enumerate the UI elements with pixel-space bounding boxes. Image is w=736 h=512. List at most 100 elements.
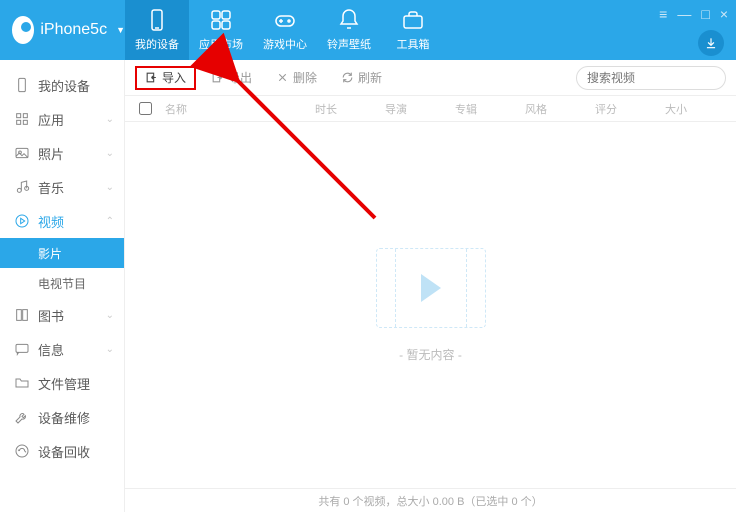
delete-button[interactable]: 删除 (267, 66, 326, 90)
menu-button[interactable]: ≡ (659, 6, 667, 22)
sidebar-item-label: 设备维修 (38, 408, 90, 427)
empty-text: - 暂无内容 - (399, 346, 462, 363)
col-rating[interactable]: 评分 (585, 101, 655, 117)
sidebar-item-file-manager[interactable]: 文件管理 (0, 366, 124, 400)
checkbox[interactable] (139, 102, 152, 115)
sidebar-sub-movies[interactable]: 影片 (0, 238, 124, 268)
sidebar-item-books[interactable]: 图书 ⌄ (0, 298, 124, 332)
col-duration[interactable]: 时长 (305, 101, 375, 117)
photo-icon (14, 145, 30, 161)
book-icon (14, 307, 30, 323)
col-album[interactable]: 专辑 (445, 101, 515, 117)
delete-icon (276, 71, 289, 84)
phone-icon (14, 77, 30, 93)
sidebar-item-label: 照片 (38, 144, 64, 163)
chevron-down-icon: ▼ (116, 25, 125, 35)
import-icon (145, 71, 158, 84)
device-selector[interactable]: iPhone5c ▼ (0, 0, 125, 60)
wrench-icon (14, 409, 30, 425)
main-panel: 导入 导出 删除 刷新 名称 时长 导演 专辑 (125, 60, 736, 512)
sidebar: 我的设备 应用 ⌄ 照片 ⌄ 音乐 ⌄ 视频 ⌃ 影片 电视节目 图书 (0, 60, 125, 512)
tab-label: 铃声壁纸 (327, 36, 371, 52)
toolbar: 导入 导出 删除 刷新 (125, 60, 736, 96)
window-controls: ≡ — □ × (659, 6, 728, 22)
folder-icon (14, 375, 30, 391)
button-label: 刷新 (358, 69, 382, 86)
chevron-down-icon: ⌄ (106, 114, 114, 125)
status-text: 共有 0 个视频，总大小 0.00 B（已选中 0 个） (318, 493, 542, 509)
app-logo-icon (12, 16, 34, 44)
search-input[interactable] (587, 71, 736, 85)
tab-ringtone-wallpaper[interactable]: 铃声壁纸 (317, 0, 381, 60)
sub-item-label: 影片 (38, 245, 62, 262)
sidebar-item-label: 信息 (38, 340, 64, 359)
toolbox-icon (401, 8, 425, 32)
sidebar-item-device-recycle[interactable]: 设备回收 (0, 434, 124, 468)
empty-state: - 暂无内容 - (125, 122, 736, 488)
col-style[interactable]: 风格 (515, 101, 585, 117)
phone-icon (145, 8, 169, 32)
chevron-down-icon: ⌄ (106, 344, 114, 355)
bell-icon (337, 8, 361, 32)
gamepad-icon (273, 8, 297, 32)
sidebar-item-label: 音乐 (38, 178, 64, 197)
tab-game-center[interactable]: 游戏中心 (253, 0, 317, 60)
tab-label: 应用市场 (199, 36, 243, 52)
header-tabs: 我的设备 应用市场 游戏中心 铃声壁纸 工具箱 (125, 0, 445, 60)
tab-my-device[interactable]: 我的设备 (125, 0, 189, 60)
col-size[interactable]: 大小 (655, 101, 715, 117)
col-name[interactable]: 名称 (155, 101, 305, 117)
apps-icon (14, 111, 30, 127)
sub-item-label: 电视节目 (38, 275, 86, 292)
col-director[interactable]: 导演 (375, 101, 445, 117)
tab-label: 工具箱 (397, 36, 430, 52)
sidebar-item-label: 我的设备 (38, 76, 90, 95)
status-bar: 共有 0 个视频，总大小 0.00 B（已选中 0 个） (125, 488, 736, 512)
sidebar-item-label: 图书 (38, 306, 64, 325)
video-icon (14, 213, 30, 229)
sidebar-item-music[interactable]: 音乐 ⌄ (0, 170, 124, 204)
download-icon (704, 36, 718, 50)
search-box[interactable] (576, 66, 726, 90)
export-button[interactable]: 导出 (202, 66, 261, 90)
minimize-button[interactable]: — (677, 6, 691, 22)
play-icon (421, 274, 441, 302)
app-header: iPhone5c ▼ 我的设备 应用市场 游戏中心 铃声壁纸 工具箱 ≡ — □… (0, 0, 736, 60)
button-label: 删除 (293, 69, 317, 86)
music-icon (14, 179, 30, 195)
maximize-button[interactable]: □ (701, 6, 709, 22)
video-subitems: 影片 电视节目 (0, 238, 124, 298)
empty-video-icon (376, 248, 486, 328)
sidebar-item-my-device[interactable]: 我的设备 (0, 68, 124, 102)
sidebar-item-video[interactable]: 视频 ⌃ (0, 204, 124, 238)
refresh-icon (341, 71, 354, 84)
tab-label: 我的设备 (135, 36, 179, 52)
sidebar-item-device-repair[interactable]: 设备维修 (0, 400, 124, 434)
apps-icon (209, 8, 233, 32)
table-header: 名称 时长 导演 专辑 风格 评分 大小 (125, 96, 736, 122)
message-icon (14, 341, 30, 357)
sidebar-item-label: 视频 (38, 212, 64, 231)
close-button[interactable]: × (720, 6, 728, 22)
sidebar-item-label: 应用 (38, 110, 64, 129)
button-label: 导入 (162, 69, 186, 86)
chevron-up-icon: ⌃ (106, 216, 114, 227)
export-icon (211, 71, 224, 84)
refresh-button[interactable]: 刷新 (332, 66, 391, 90)
sidebar-item-label: 设备回收 (38, 442, 90, 461)
tab-label: 游戏中心 (263, 36, 307, 52)
sidebar-sub-tv[interactable]: 电视节目 (0, 268, 124, 298)
sidebar-item-label: 文件管理 (38, 374, 90, 393)
chevron-down-icon: ⌄ (106, 182, 114, 193)
sidebar-item-messages[interactable]: 信息 ⌄ (0, 332, 124, 366)
chevron-down-icon: ⌄ (106, 310, 114, 321)
import-button[interactable]: 导入 (135, 66, 196, 90)
tab-toolbox[interactable]: 工具箱 (381, 0, 445, 60)
sidebar-item-photos[interactable]: 照片 ⌄ (0, 136, 124, 170)
device-name: iPhone5c (40, 21, 107, 39)
download-button[interactable] (698, 30, 724, 56)
chevron-down-icon: ⌄ (106, 148, 114, 159)
select-all-checkbox[interactable] (125, 102, 155, 115)
tab-app-market[interactable]: 应用市场 (189, 0, 253, 60)
sidebar-item-apps[interactable]: 应用 ⌄ (0, 102, 124, 136)
